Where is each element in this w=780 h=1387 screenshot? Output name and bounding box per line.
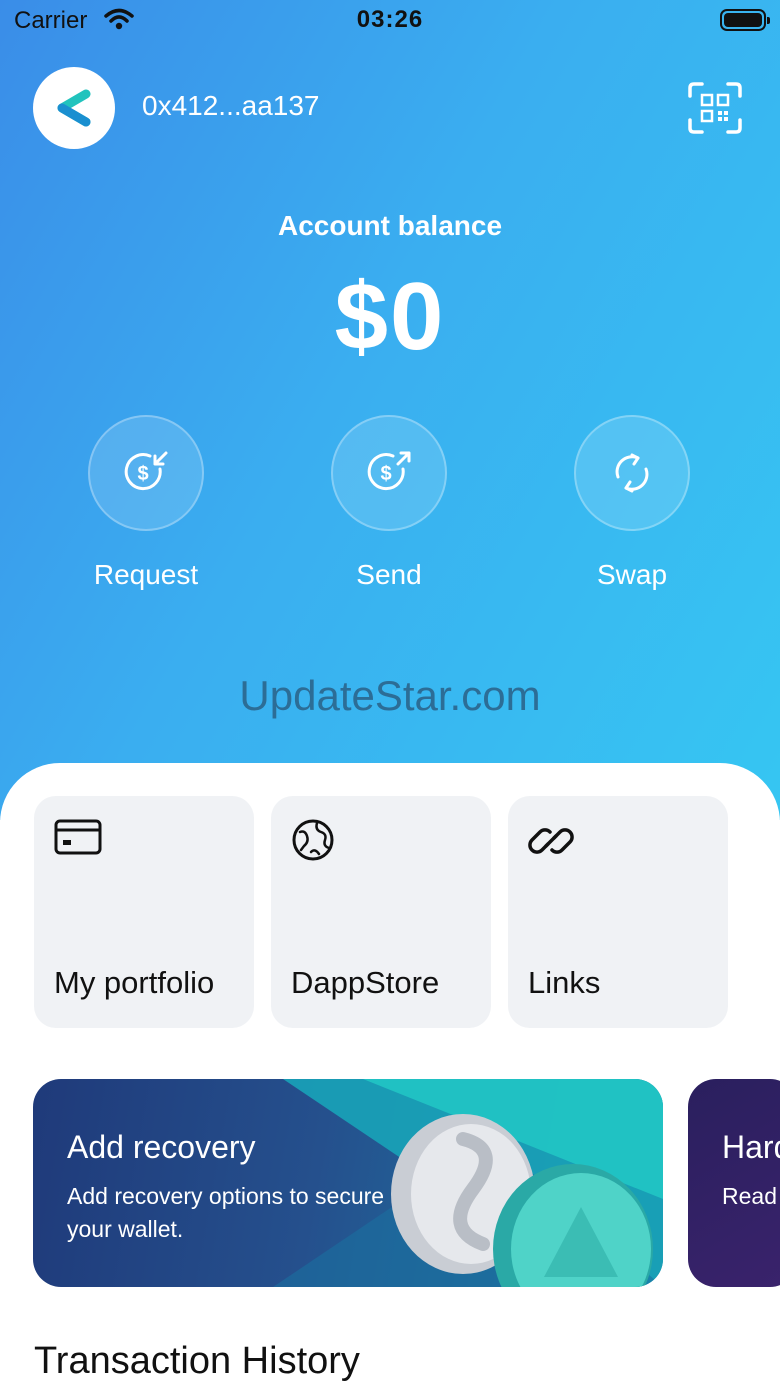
status-time: 03:26 xyxy=(356,6,424,33)
status-bar: Carrier 03:26 xyxy=(0,0,780,44)
wallet-avatar[interactable] xyxy=(33,67,115,149)
qr-scan-icon xyxy=(688,82,742,134)
banner-title: Add recovery xyxy=(67,1129,256,1165)
tile-dappstore[interactable]: DappStore xyxy=(271,796,491,1028)
wallet-address[interactable]: 0x412...aa137 xyxy=(142,90,320,122)
banner-subtitle: Add recovery options to secure your wall… xyxy=(67,1183,385,1242)
globe-icon xyxy=(291,818,335,867)
watermark: UpdateStar.com xyxy=(239,672,541,719)
request-label: Request xyxy=(93,559,199,590)
svg-text:$: $ xyxy=(380,463,391,485)
banner-subtitle: Read hardw xyxy=(722,1183,780,1209)
dollar-send-icon: $ xyxy=(331,415,447,531)
tile-links[interactable]: Links xyxy=(508,796,728,1028)
swap-arrows-icon xyxy=(574,415,690,531)
tile-label: DappStore xyxy=(291,965,440,1000)
qr-scan-button[interactable] xyxy=(686,80,744,136)
tile-label: Links xyxy=(528,965,601,1000)
link-icon xyxy=(528,818,574,869)
banner-hardware[interactable]: Hard Read hardw xyxy=(688,1079,780,1287)
banner-add-recovery[interactable]: Add recovery Add recovery options to sec… xyxy=(33,1079,663,1287)
card-icon xyxy=(54,818,104,861)
swap-label: Swap xyxy=(596,559,668,590)
send-button[interactable]: $ Send xyxy=(314,415,464,591)
balance-value: $0 xyxy=(334,263,446,370)
swap-button[interactable]: Swap xyxy=(557,415,707,591)
tile-my-portfolio[interactable]: My portfolio xyxy=(34,796,254,1028)
banner-title: Hard xyxy=(722,1129,780,1165)
battery-icon xyxy=(720,9,770,31)
svg-text:$: $ xyxy=(137,463,148,485)
dollar-receive-icon: $ xyxy=(88,415,204,531)
send-label: Send xyxy=(356,559,422,590)
request-button[interactable]: $ Request xyxy=(71,415,221,591)
transaction-history-heading: Transaction History xyxy=(34,1340,360,1382)
back-chevron-logo-icon xyxy=(57,89,91,127)
tile-label: My portfolio xyxy=(54,965,215,1000)
balance-label: Account balance xyxy=(277,210,503,241)
